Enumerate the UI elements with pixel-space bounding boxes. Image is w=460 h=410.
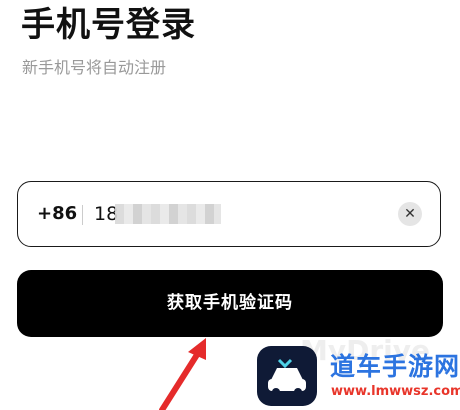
page-title: 手机号登录 [21,5,196,45]
close-icon[interactable]: ✕ [398,202,422,226]
watermark-url: www.lmwwsz.com [331,384,460,399]
page-subtitle: 新手机号将自动注册 [22,58,167,77]
watermark-logo-icon [257,346,317,406]
get-verification-code-button[interactable]: 获取手机验证码 [17,270,443,337]
arrow-icon [159,338,206,410]
redacted-mosaic [115,204,221,224]
watermark-text: 道车手游网 [330,352,460,381]
divider [82,205,83,225]
country-code-selector[interactable]: +86 [37,202,77,226]
phone-input-field[interactable]: +86 18 ✕ [17,181,441,247]
